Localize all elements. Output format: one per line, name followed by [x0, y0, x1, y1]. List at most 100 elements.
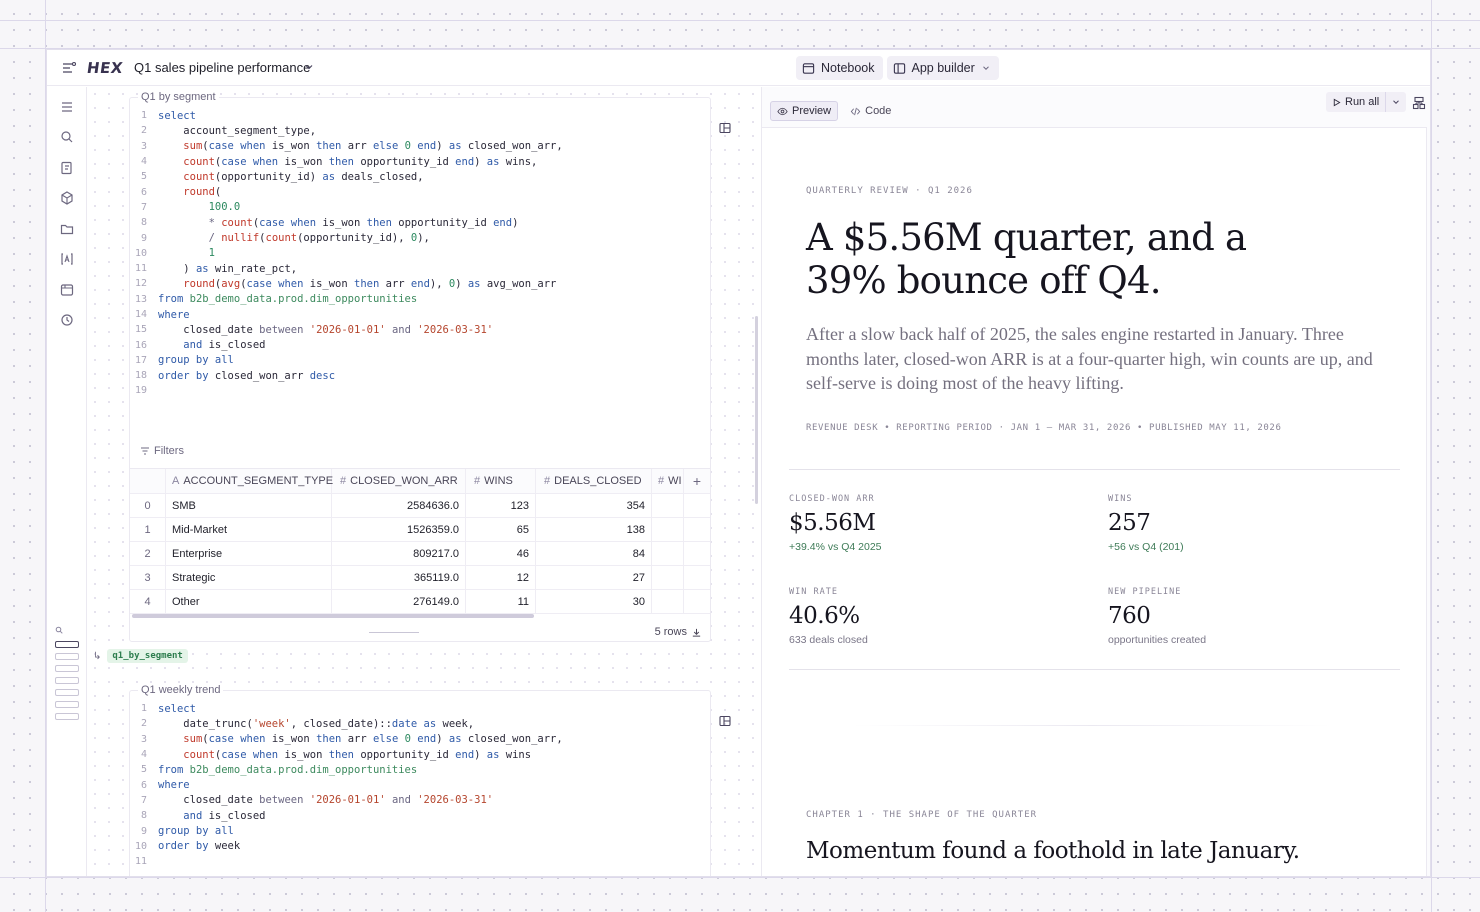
code-line[interactable]: 6 round(: [130, 184, 710, 199]
code-line[interactable]: 4 count(case when is_won then opportunit…: [130, 154, 710, 169]
table-cell[interactable]: 30: [536, 590, 652, 613]
minimap-bar[interactable]: [55, 677, 79, 684]
column-header[interactable]: # DEALS_CLOSED: [536, 469, 652, 493]
code-line[interactable]: 7 closed_date between '2026-01-01' and '…: [130, 793, 710, 808]
code-line[interactable]: 11 ) as win_rate_pct,: [130, 261, 710, 276]
run-all-button[interactable]: Run all: [1326, 92, 1407, 112]
layout-icon[interactable]: [1412, 96, 1426, 110]
column-header[interactable]: A ACCOUNT_SEGMENT_TYPE: [166, 469, 333, 493]
code-line[interactable]: 10 1: [130, 246, 710, 261]
tab-preview[interactable]: Preview: [770, 101, 839, 121]
horizontal-scrollbar[interactable]: [132, 614, 534, 618]
data-browser-icon[interactable]: [59, 160, 75, 176]
table-cell[interactable]: Strategic: [166, 566, 332, 589]
code-line[interactable]: 19: [130, 383, 710, 398]
minimap-bar[interactable]: [55, 653, 79, 660]
outline-icon[interactable]: [59, 99, 75, 115]
chevron-down-icon[interactable]: [303, 61, 315, 73]
code-line[interactable]: 9 group by all: [130, 823, 710, 838]
code-editor[interactable]: 1 select 2 date_trunc('week', closed_date)…: [130, 691, 710, 869]
cell-title[interactable]: Q1 by segment: [138, 91, 219, 103]
table-cell[interactable]: 65: [466, 518, 536, 541]
chevron-down-icon[interactable]: [981, 63, 991, 73]
code-line[interactable]: 17 group by all: [130, 353, 710, 368]
table-row[interactable]: 1 Mid-Market 1526359.0 65 138: [130, 518, 710, 542]
code-line[interactable]: 11: [130, 854, 710, 869]
code-line[interactable]: 8 * count(case when is_won then opportun…: [130, 215, 710, 230]
search-icon[interactable]: [59, 129, 75, 145]
vertical-scrollbar[interactable]: [755, 316, 758, 504]
table-cell[interactable]: [652, 518, 684, 541]
table-row[interactable]: 3 Strategic 365119.0 12 27: [130, 566, 710, 590]
code-line[interactable]: 4 count(case when is_won then opportunit…: [130, 747, 710, 762]
code-line[interactable]: 16 and is_closed: [130, 337, 710, 352]
code-line[interactable]: 10 order by week: [130, 839, 710, 854]
cell-layout-icon[interactable]: [719, 122, 731, 134]
table-cell[interactable]: 1526359.0: [332, 518, 466, 541]
code-line[interactable]: 5 from b2b_demo_data.prod.dim_opportuniti…: [130, 762, 710, 777]
variables-icon[interactable]: [59, 251, 75, 267]
table-cell[interactable]: Enterprise: [166, 542, 332, 565]
table-cell[interactable]: 276149.0: [332, 590, 466, 613]
sql-cell[interactable]: Q1 by segment 1 select 2 account_segment_t…: [129, 91, 711, 642]
notebook-mode-button[interactable]: Notebook: [796, 56, 883, 80]
variable-chip[interactable]: q1_by_segment: [107, 649, 188, 663]
table-cell[interactable]: Other: [166, 590, 332, 613]
minimap-bar[interactable]: [55, 665, 79, 672]
minimap-bar[interactable]: [55, 689, 79, 696]
table-cell[interactable]: [652, 566, 684, 589]
table-row[interactable]: 4 Other 276149.0 11 30: [130, 590, 710, 614]
table-cell[interactable]: 809217.0: [332, 542, 466, 565]
resize-handle[interactable]: [369, 632, 419, 633]
table-cell[interactable]: Mid-Market: [166, 518, 332, 541]
table-cell[interactable]: [652, 590, 684, 613]
table-cell[interactable]: [652, 542, 684, 565]
filters-button[interactable]: Filters: [140, 445, 184, 457]
download-icon[interactable]: [691, 627, 702, 638]
sidebar-toggle-icon[interactable]: [61, 60, 77, 76]
table-cell[interactable]: 27: [536, 566, 652, 589]
column-header[interactable]: # WINS: [466, 469, 536, 493]
code-line[interactable]: 9 / nullif(count(opportunity_id), 0),: [130, 230, 710, 245]
table-cell[interactable]: 12: [466, 566, 536, 589]
code-line[interactable]: 1 select: [130, 701, 710, 716]
code-line[interactable]: 18 order by closed_won_arr desc: [130, 368, 710, 383]
table-row[interactable]: 2 Enterprise 809217.0 46 84: [130, 542, 710, 566]
table-cell[interactable]: 84: [536, 542, 652, 565]
column-header[interactable]: # CLOSED_WON_ARR: [332, 469, 466, 493]
files-icon[interactable]: [59, 221, 75, 237]
code-line[interactable]: 13 from b2b_demo_data.prod.dim_opportunit…: [130, 292, 710, 307]
history-icon[interactable]: [59, 312, 75, 328]
run-all-main[interactable]: Run all: [1326, 92, 1387, 112]
code-line[interactable]: 3 sum(case when is_won then arr else 0 e…: [130, 732, 710, 747]
environment-icon[interactable]: [59, 282, 75, 298]
code-line[interactable]: 2 date_trunc('week', closed_date)::date …: [130, 716, 710, 731]
code-editor[interactable]: 1 select 2 account_segment_type, 3 sum(case…: [130, 98, 710, 399]
table-cell[interactable]: 11: [466, 590, 536, 613]
outline-minimap[interactable]: [55, 623, 79, 725]
table-cell[interactable]: 123: [466, 494, 536, 517]
minimap-bar[interactable]: [55, 641, 79, 648]
code-line[interactable]: 2 account_segment_type,: [130, 123, 710, 138]
table-cell[interactable]: 365119.0: [332, 566, 466, 589]
add-column-button[interactable]: +: [684, 469, 710, 493]
code-line[interactable]: 5 count(opportunity_id) as deals_closed,: [130, 169, 710, 184]
components-icon[interactable]: [59, 190, 75, 206]
minimap-bar[interactable]: [55, 701, 79, 708]
minimap-bar[interactable]: [55, 713, 79, 720]
cell-title[interactable]: Q1 weekly trend: [138, 684, 224, 696]
project-title[interactable]: Q1 sales pipeline performance: [134, 60, 310, 75]
table-cell[interactable]: [652, 494, 684, 517]
tab-code[interactable]: Code: [844, 101, 897, 121]
code-line[interactable]: 1 select: [130, 108, 710, 123]
sql-cell[interactable]: Q1 weekly trend 1 select 2 date_trunc('wee…: [129, 684, 711, 876]
column-header[interactable]: # WI: [652, 469, 684, 493]
code-line[interactable]: 3 sum(case when is_won then arr else 0 e…: [130, 139, 710, 154]
code-line[interactable]: 15 closed_date between '2026-01-01' and …: [130, 322, 710, 337]
run-options-dropdown[interactable]: [1386, 92, 1406, 112]
hex-logo[interactable]: HEX: [86, 59, 124, 77]
table-cell[interactable]: 138: [536, 518, 652, 541]
app-builder-mode-button[interactable]: App builder: [886, 56, 999, 80]
code-line[interactable]: 7 100.0: [130, 200, 710, 215]
code-line[interactable]: 12 round(avg(case when is_won then arr e…: [130, 276, 710, 291]
